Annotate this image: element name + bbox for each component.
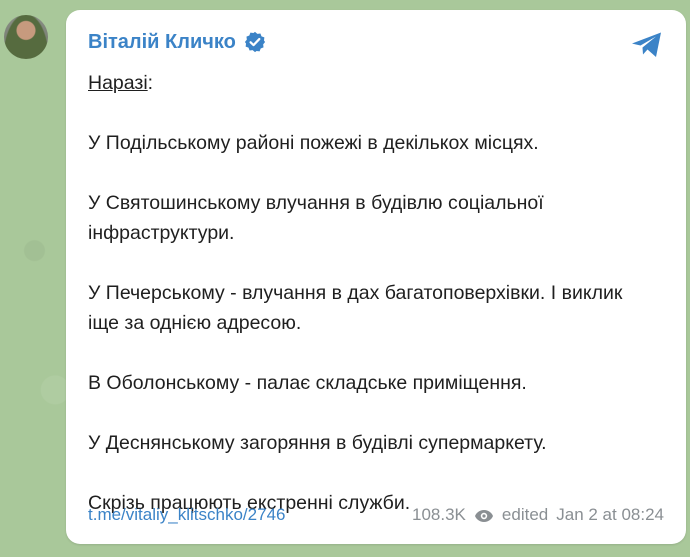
intro-line: Наразі: [88, 68, 656, 98]
author-name[interactable]: Віталій Кличко [88, 31, 236, 54]
paragraph-podilskyi: У Подільському районі пожежі в декількох… [88, 132, 539, 154]
message-footer: t.me/vitaliy_klitschko/2746 108.3K edite… [88, 502, 664, 528]
message-timestamp: Jan 2 at 08:24 [556, 505, 664, 524]
eye-icon [474, 508, 494, 522]
paragraph-obolonskyi: В Оболонському - палає складське приміще… [88, 372, 527, 394]
paragraph-sviatoshynskyi: У Святошинському влучання в будівлю соці… [88, 192, 544, 244]
intro-suffix: : [147, 72, 154, 94]
post-link[interactable]: t.me/vitaliy_klitschko/2746 [88, 505, 285, 525]
edited-label: edited [501, 505, 549, 524]
view-count: 108.3K [412, 505, 466, 524]
paragraph-pecherskyi: У Печерському - влучання в дах багатопов… [88, 282, 623, 334]
message-bubble: Віталій Кличко Наразі: У Подільському ра… [66, 10, 686, 544]
paragraph-desnianskyi: У Деснянському загоряння в будівлі супер… [88, 432, 547, 454]
message-meta: 108.3K edited Jan 2 at 08:24 [412, 505, 664, 525]
telegram-share-icon[interactable] [630, 30, 664, 60]
intro-label: Наразі [88, 72, 148, 94]
author-row: Віталій Кличко [88, 28, 266, 56]
author-avatar[interactable] [4, 15, 48, 59]
verified-check-icon [244, 31, 266, 53]
message-text: Наразі: У Подільському районі пожежі в д… [88, 68, 656, 518]
